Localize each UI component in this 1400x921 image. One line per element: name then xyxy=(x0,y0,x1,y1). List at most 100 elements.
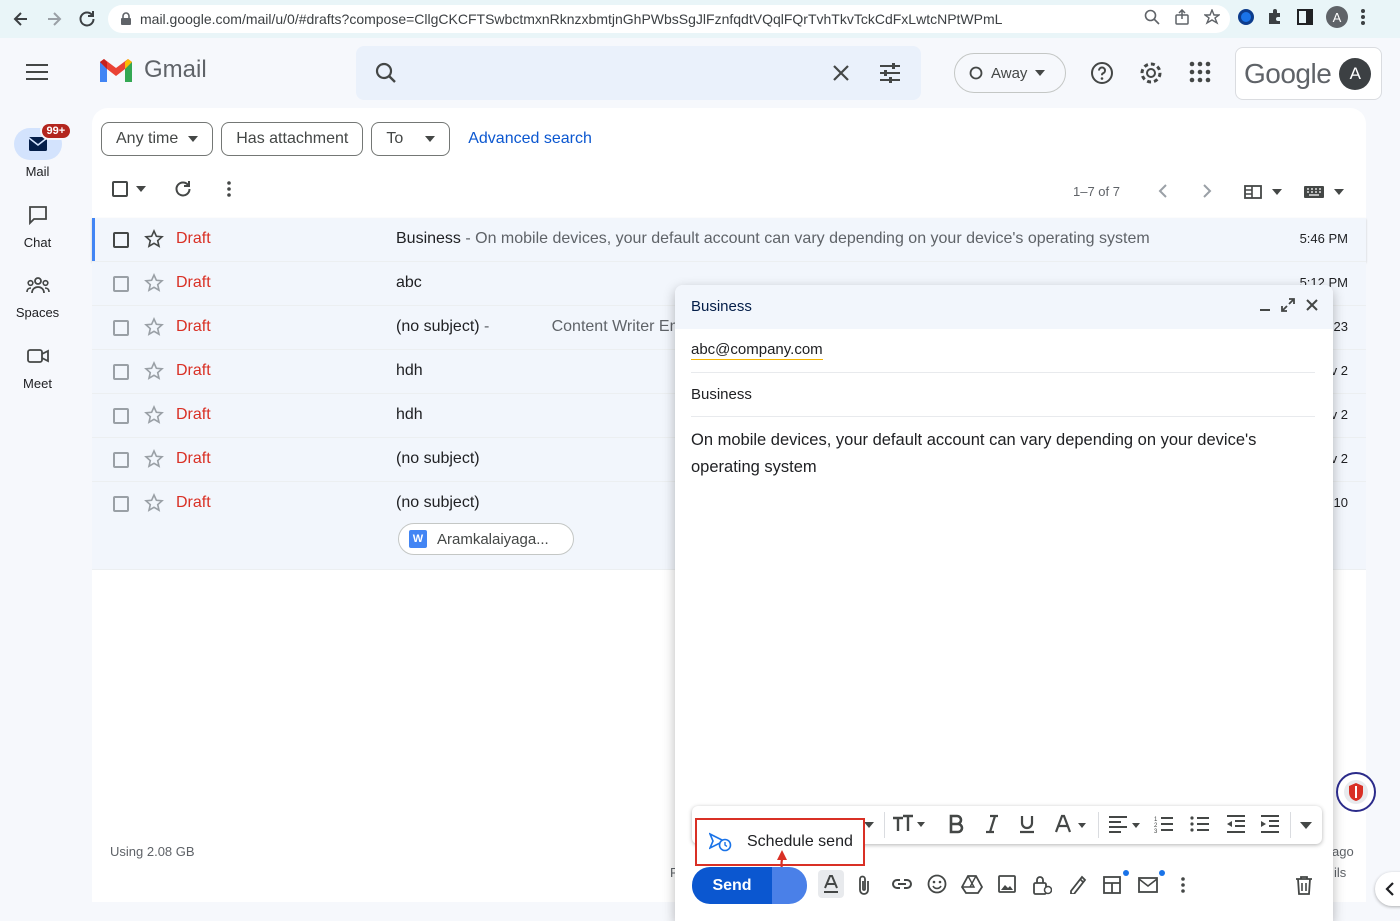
star-icon[interactable] xyxy=(144,273,164,293)
confidential-mode-icon[interactable] xyxy=(1032,874,1052,896)
more-vert-icon[interactable] xyxy=(226,181,232,197)
chevron-down-icon[interactable] xyxy=(864,822,874,828)
chevron-left-icon[interactable] xyxy=(1158,184,1168,198)
nav-spaces-label: Spaces xyxy=(15,305,60,320)
star-icon[interactable] xyxy=(144,229,164,249)
row-snippet: - On mobile devices, your default accoun… xyxy=(460,230,1150,247)
puzzle-icon[interactable] xyxy=(1266,8,1284,26)
table-row[interactable]: Draft Business - On mobile devices, your… xyxy=(92,218,1366,262)
align-icon[interactable] xyxy=(1108,814,1144,834)
nav-mail-label: Mail xyxy=(25,164,50,179)
bookmark-star-icon[interactable] xyxy=(1204,9,1220,25)
discard-draft-icon[interactable] xyxy=(1295,875,1313,895)
row-checkbox[interactable] xyxy=(113,320,129,336)
refresh-icon[interactable] xyxy=(174,180,192,198)
help-icon[interactable] xyxy=(1090,61,1114,85)
to-field[interactable]: abc@company.com xyxy=(691,329,1315,373)
input-tools-toggle[interactable] xyxy=(1304,186,1344,198)
row-sender: Draft xyxy=(176,494,211,511)
to-chip[interactable]: To xyxy=(371,122,451,156)
reload-icon[interactable] xyxy=(72,4,102,34)
row-sender: Draft xyxy=(176,406,211,423)
subject-field[interactable]: Business xyxy=(691,373,1315,417)
star-icon[interactable] xyxy=(144,317,164,337)
font-size-icon[interactable] xyxy=(892,814,926,834)
apps-grid-icon[interactable] xyxy=(1189,61,1211,83)
send-button[interactable]: Send xyxy=(692,867,772,904)
browser-menu-icon[interactable] xyxy=(1360,8,1366,26)
row-checkbox[interactable] xyxy=(113,496,129,512)
signature-pen-icon[interactable] xyxy=(1068,874,1088,894)
nav-meet[interactable]: Meet xyxy=(0,340,75,391)
indent-more-icon[interactable] xyxy=(1260,814,1280,834)
main-menu-icon[interactable] xyxy=(24,62,50,82)
address-bar[interactable]: mail.google.com/mail/u/0/#drafts?compose… xyxy=(108,5,1230,33)
star-icon[interactable] xyxy=(144,405,164,425)
row-checkbox[interactable] xyxy=(113,232,129,248)
star-icon[interactable] xyxy=(144,493,164,513)
side-panel-toggle[interactable] xyxy=(1375,872,1400,906)
any-time-chip[interactable]: Any time xyxy=(101,122,214,156)
text-color-icon[interactable] xyxy=(1054,814,1090,834)
status-label: Away xyxy=(991,64,1028,82)
attach-file-icon[interactable] xyxy=(857,874,871,896)
nav-chat[interactable]: Chat xyxy=(0,199,75,250)
star-icon[interactable] xyxy=(144,449,164,469)
chevron-down-icon[interactable] xyxy=(136,186,146,192)
formatting-options-icon[interactable] xyxy=(818,870,844,898)
send-options-button[interactable] xyxy=(772,867,807,904)
row-checkbox[interactable] xyxy=(113,452,129,468)
nav-spaces[interactable]: Spaces xyxy=(0,269,75,320)
sidepanel-icon[interactable] xyxy=(1296,8,1314,26)
more-formatting-icon[interactable] xyxy=(1300,822,1312,829)
close-icon[interactable] xyxy=(1305,298,1319,312)
nav-mail[interactable]: 99+ Mail xyxy=(0,122,75,179)
emoji-icon[interactable] xyxy=(927,874,947,894)
underline-icon[interactable] xyxy=(1018,814,1036,834)
bold-icon[interactable] xyxy=(948,814,964,834)
minimize-icon[interactable] xyxy=(1259,298,1271,312)
zoom-icon[interactable] xyxy=(1144,9,1160,25)
row-checkbox[interactable] xyxy=(113,408,129,424)
row-checkbox[interactable] xyxy=(113,276,129,292)
profile-avatar[interactable]: A xyxy=(1326,6,1348,28)
search-input[interactable] xyxy=(356,46,921,100)
clear-search-icon[interactable] xyxy=(830,62,852,84)
google-account-button[interactable]: Google A xyxy=(1235,47,1382,100)
advanced-search-link[interactable]: Advanced search xyxy=(468,130,592,148)
italic-icon[interactable] xyxy=(984,814,1000,834)
insert-link-icon[interactable] xyxy=(891,877,913,891)
settings-gear-icon[interactable] xyxy=(1139,61,1163,85)
back-icon[interactable] xyxy=(6,4,36,34)
insert-photo-icon[interactable] xyxy=(997,874,1017,894)
share-icon[interactable] xyxy=(1174,9,1190,25)
split-pane-toggle[interactable] xyxy=(1244,185,1282,199)
forward-icon[interactable] xyxy=(39,4,69,34)
template-email-icon[interactable] xyxy=(1137,869,1167,895)
search-options-icon[interactable] xyxy=(878,61,902,85)
fullscreen-icon[interactable] xyxy=(1281,298,1295,312)
row-sender: Draft xyxy=(176,362,211,379)
attachment-chip[interactable]: W Aramkalaiyaga... xyxy=(398,523,574,555)
recipient-chip[interactable]: abc@company.com xyxy=(691,341,823,360)
extension-icon[interactable] xyxy=(1238,9,1254,25)
bulleted-list-icon[interactable] xyxy=(1190,814,1210,834)
more-options-icon[interactable] xyxy=(1180,876,1186,894)
chevron-right-icon[interactable] xyxy=(1202,184,1212,198)
status-selector[interactable]: Away xyxy=(954,53,1066,93)
extension-shield-button[interactable] xyxy=(1336,772,1376,812)
search-icon[interactable] xyxy=(374,61,398,85)
gmail-logo[interactable]: Gmail xyxy=(98,56,207,84)
drive-icon[interactable] xyxy=(961,874,983,894)
row-checkbox[interactable] xyxy=(113,364,129,380)
layouts-icon[interactable] xyxy=(1102,869,1130,895)
star-icon[interactable] xyxy=(144,361,164,381)
chevron-down-icon xyxy=(1334,189,1344,195)
compose-header[interactable]: Business xyxy=(675,285,1333,329)
numbered-list-icon[interactable]: 123 xyxy=(1154,814,1174,834)
indent-less-icon[interactable] xyxy=(1226,814,1246,834)
row-time: 23 xyxy=(1333,319,1348,334)
has-attachment-chip[interactable]: Has attachment xyxy=(221,122,364,156)
select-all-checkbox[interactable] xyxy=(112,181,128,197)
message-body[interactable]: On mobile devices, your default account … xyxy=(691,427,1315,481)
